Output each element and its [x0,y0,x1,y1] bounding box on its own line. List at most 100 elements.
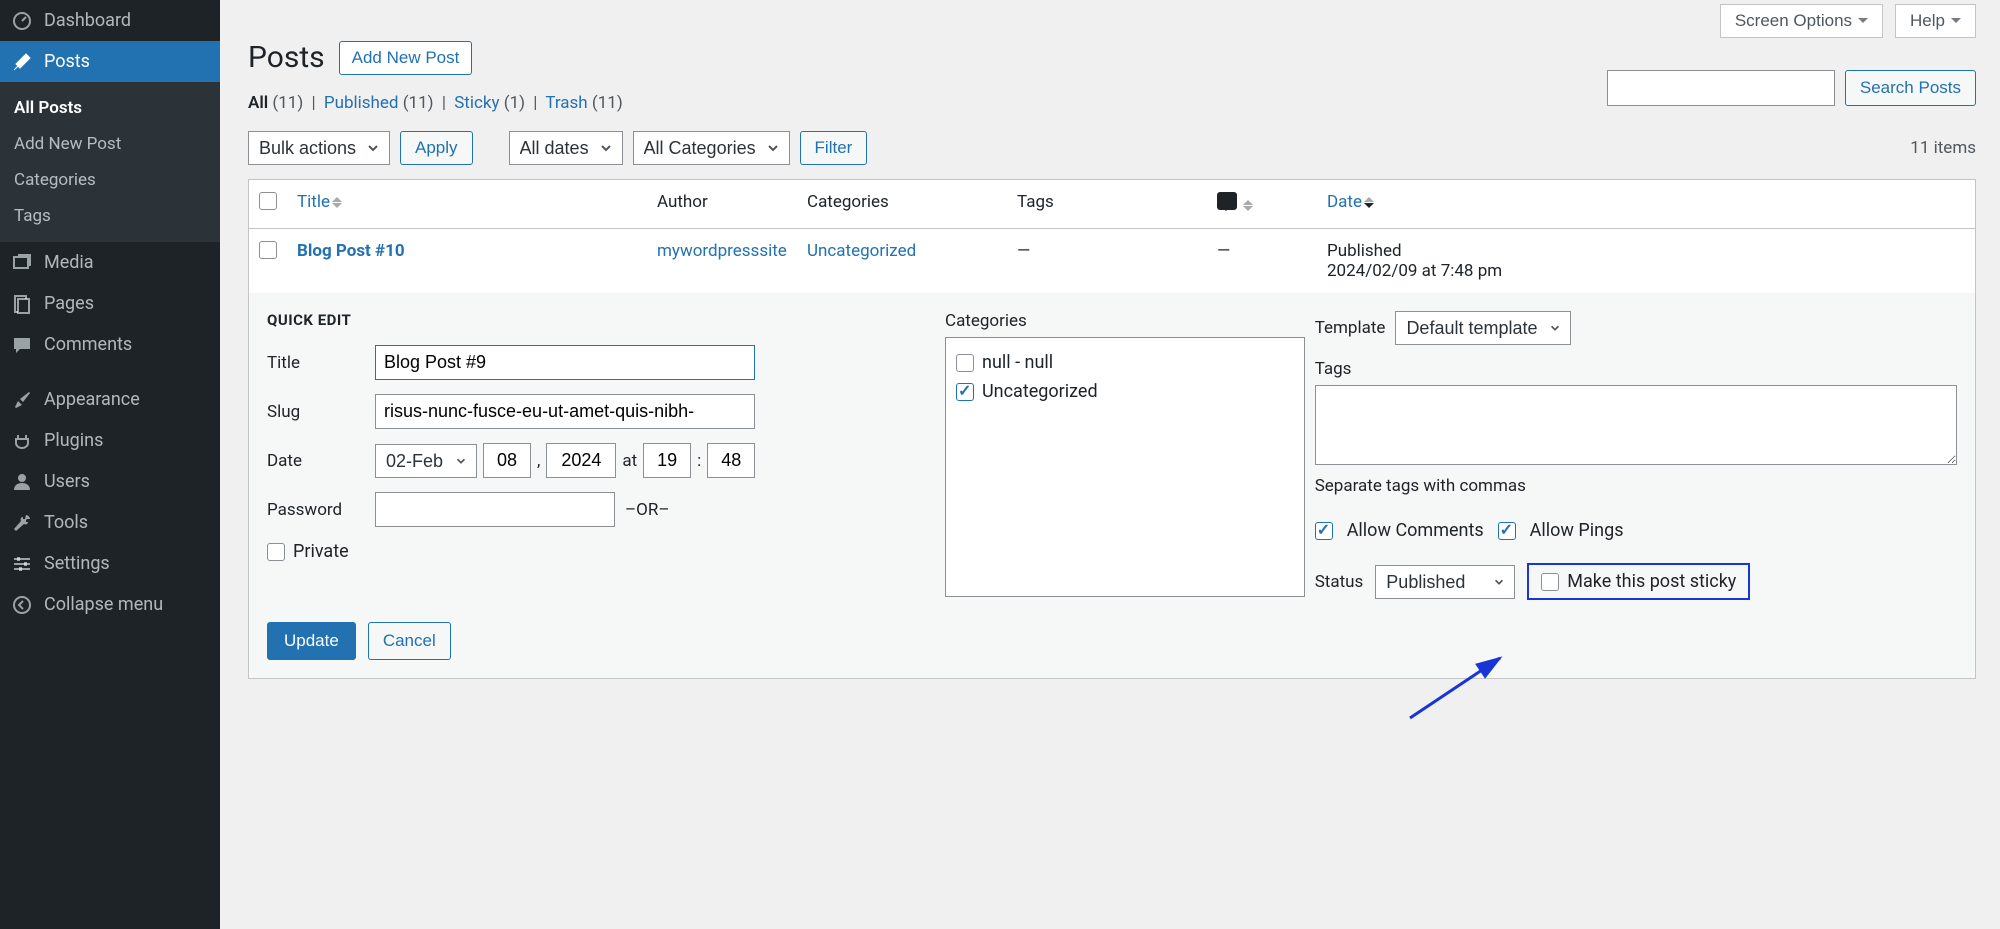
submenu-tags[interactable]: Tags [0,198,220,234]
pages-icon [12,294,32,314]
sidebar-item-appearance[interactable]: Appearance [0,379,220,420]
qe-day-input[interactable] [483,443,531,478]
sticky-highlight: Make this post sticky [1527,563,1750,600]
collapse-icon [12,595,32,615]
sidebar-item-collapse[interactable]: Collapse menu [0,584,220,625]
comment-icon [1217,192,1237,210]
update-button[interactable]: Update [267,622,356,660]
filter-published[interactable]: Published [324,93,399,113]
sidebar-item-media[interactable]: Media [0,242,220,283]
sidebar-item-tools[interactable]: Tools [0,502,220,543]
qe-password-input[interactable] [375,492,615,527]
quick-edit-row: QUICK EDIT Title Slug D [249,293,1976,679]
qe-template-select[interactable]: Default template [1395,311,1571,345]
qe-status-select[interactable]: Published [1375,565,1515,599]
category-item[interactable]: null - null [956,348,1294,377]
media-icon [12,253,32,273]
submenu-categories[interactable]: Categories [0,162,220,198]
add-new-post-button[interactable]: Add New Post [339,41,473,75]
sidebar-label: Collapse menu [44,594,163,615]
qe-title-input[interactable] [375,345,755,380]
col-tags: Tags [1007,180,1207,229]
category-checkbox[interactable] [956,383,974,401]
cancel-button[interactable]: Cancel [368,622,451,660]
admin-sidebar: Dashboard Posts All Posts Add New Post C… [0,0,220,929]
qe-categories-label: Categories [945,311,1305,331]
row-checkbox[interactable] [259,241,277,259]
filter-sticky[interactable]: Sticky [454,93,499,113]
qe-hour-input[interactable] [643,443,691,478]
qe-private-checkbox[interactable] [267,543,285,561]
sidebar-item-settings[interactable]: Settings [0,543,220,584]
posts-submenu: All Posts Add New Post Categories Tags [0,82,220,242]
categories-select[interactable]: All Categories [633,131,790,165]
allow-pings-checkbox[interactable] [1498,522,1516,540]
posts-table: Title Author Categories Tags Date Blog P… [248,179,1976,679]
category-checkbox[interactable] [956,354,974,372]
qe-date-label: Date [267,451,375,471]
plug-icon [12,431,32,451]
sidebar-label: Comments [44,334,132,355]
qe-tags-textarea[interactable] [1315,385,1957,465]
qe-year-input[interactable] [546,443,616,478]
comments-value: — [1217,241,1230,261]
sticky-label: Make this post sticky [1567,571,1736,592]
sticky-checkbox[interactable] [1541,573,1559,591]
qe-password-label: Password [267,500,375,520]
screen-options-button[interactable]: Screen Options [1720,4,1883,38]
sidebar-label: Users [44,471,90,492]
items-count: 11 items [1910,138,1976,158]
brush-icon [12,390,32,410]
category-link[interactable]: Uncategorized [807,241,916,261]
qe-slug-input[interactable] [375,394,755,429]
sidebar-item-dashboard[interactable]: Dashboard [0,0,220,41]
sidebar-item-comments[interactable]: Comments [0,324,220,365]
post-title-link[interactable]: Blog Post #10 [297,241,405,261]
qe-status-label: Status [1315,572,1364,592]
qe-minute-input[interactable] [707,443,755,478]
qe-tags-label: Tags [1315,359,1957,379]
sidebar-label: Settings [44,553,110,574]
category-item[interactable]: Uncategorized [956,377,1294,406]
search-posts-button[interactable]: Search Posts [1845,70,1976,106]
sidebar-label: Dashboard [44,10,131,31]
sidebar-item-posts[interactable]: Posts [0,41,220,82]
col-author: Author [647,180,797,229]
qe-title-label: Title [267,353,375,373]
main-content: Screen Options Help Posts Add New Post S… [220,0,2000,929]
date-status: Published [1327,241,1402,261]
sidebar-label: Plugins [44,430,103,451]
filter-all[interactable]: All [248,93,268,113]
qe-month-select[interactable]: 02-Feb [375,444,477,478]
sidebar-label: Posts [44,51,90,72]
help-button[interactable]: Help [1895,4,1976,38]
submenu-add-new[interactable]: Add New Post [0,126,220,162]
sliders-icon [12,554,32,574]
sidebar-label: Media [44,252,94,273]
comment-icon [12,335,32,355]
tags-value: — [1017,241,1030,261]
sidebar-item-users[interactable]: Users [0,461,220,502]
user-icon [12,472,32,492]
sidebar-item-plugins[interactable]: Plugins [0,420,220,461]
allow-comments-label: Allow Comments [1347,520,1484,541]
select-all-checkbox[interactable] [259,192,277,210]
chevron-down-icon [1951,18,1961,28]
author-link[interactable]: mywordpresssite [657,241,787,261]
wrench-icon [12,513,32,533]
qe-private-label: Private [293,541,349,562]
col-date[interactable]: Date [1317,180,1976,229]
apply-button[interactable]: Apply [400,131,473,165]
sidebar-item-pages[interactable]: Pages [0,283,220,324]
quick-edit-heading: QUICK EDIT [267,311,935,329]
dates-select[interactable]: All dates [509,131,623,165]
col-categories: Categories [797,180,1007,229]
bulk-actions-select[interactable]: Bulk actions [248,131,390,165]
col-comments[interactable] [1207,180,1317,229]
search-input[interactable] [1607,70,1835,106]
allow-comments-checkbox[interactable] [1315,522,1333,540]
filter-button[interactable]: Filter [800,131,868,165]
col-title[interactable]: Title [287,180,647,229]
submenu-all-posts[interactable]: All Posts [0,90,220,126]
filter-trash[interactable]: Trash [545,93,587,113]
